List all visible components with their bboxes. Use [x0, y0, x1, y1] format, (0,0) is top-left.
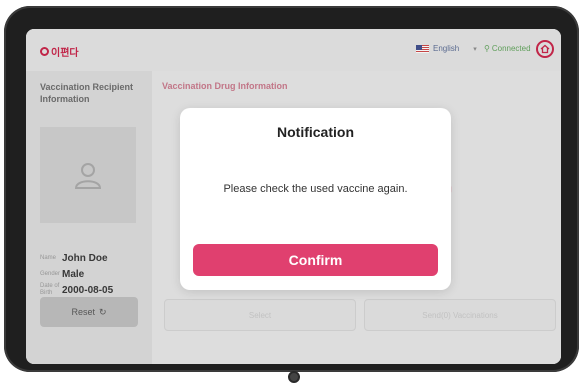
app-screen: 이편다 English ▾ ⚲ Connected Vaccination Re… — [26, 29, 561, 364]
tablet-camera — [288, 371, 300, 383]
notification-dialog: Notification Please check the used vacci… — [180, 108, 451, 290]
dialog-message: Please check the used vaccine again. — [223, 183, 408, 195]
tablet-frame: 이편다 English ▾ ⚲ Connected Vaccination Re… — [4, 6, 579, 383]
confirm-button[interactable]: Confirm — [193, 244, 438, 276]
dialog-title: Notification — [277, 124, 354, 140]
